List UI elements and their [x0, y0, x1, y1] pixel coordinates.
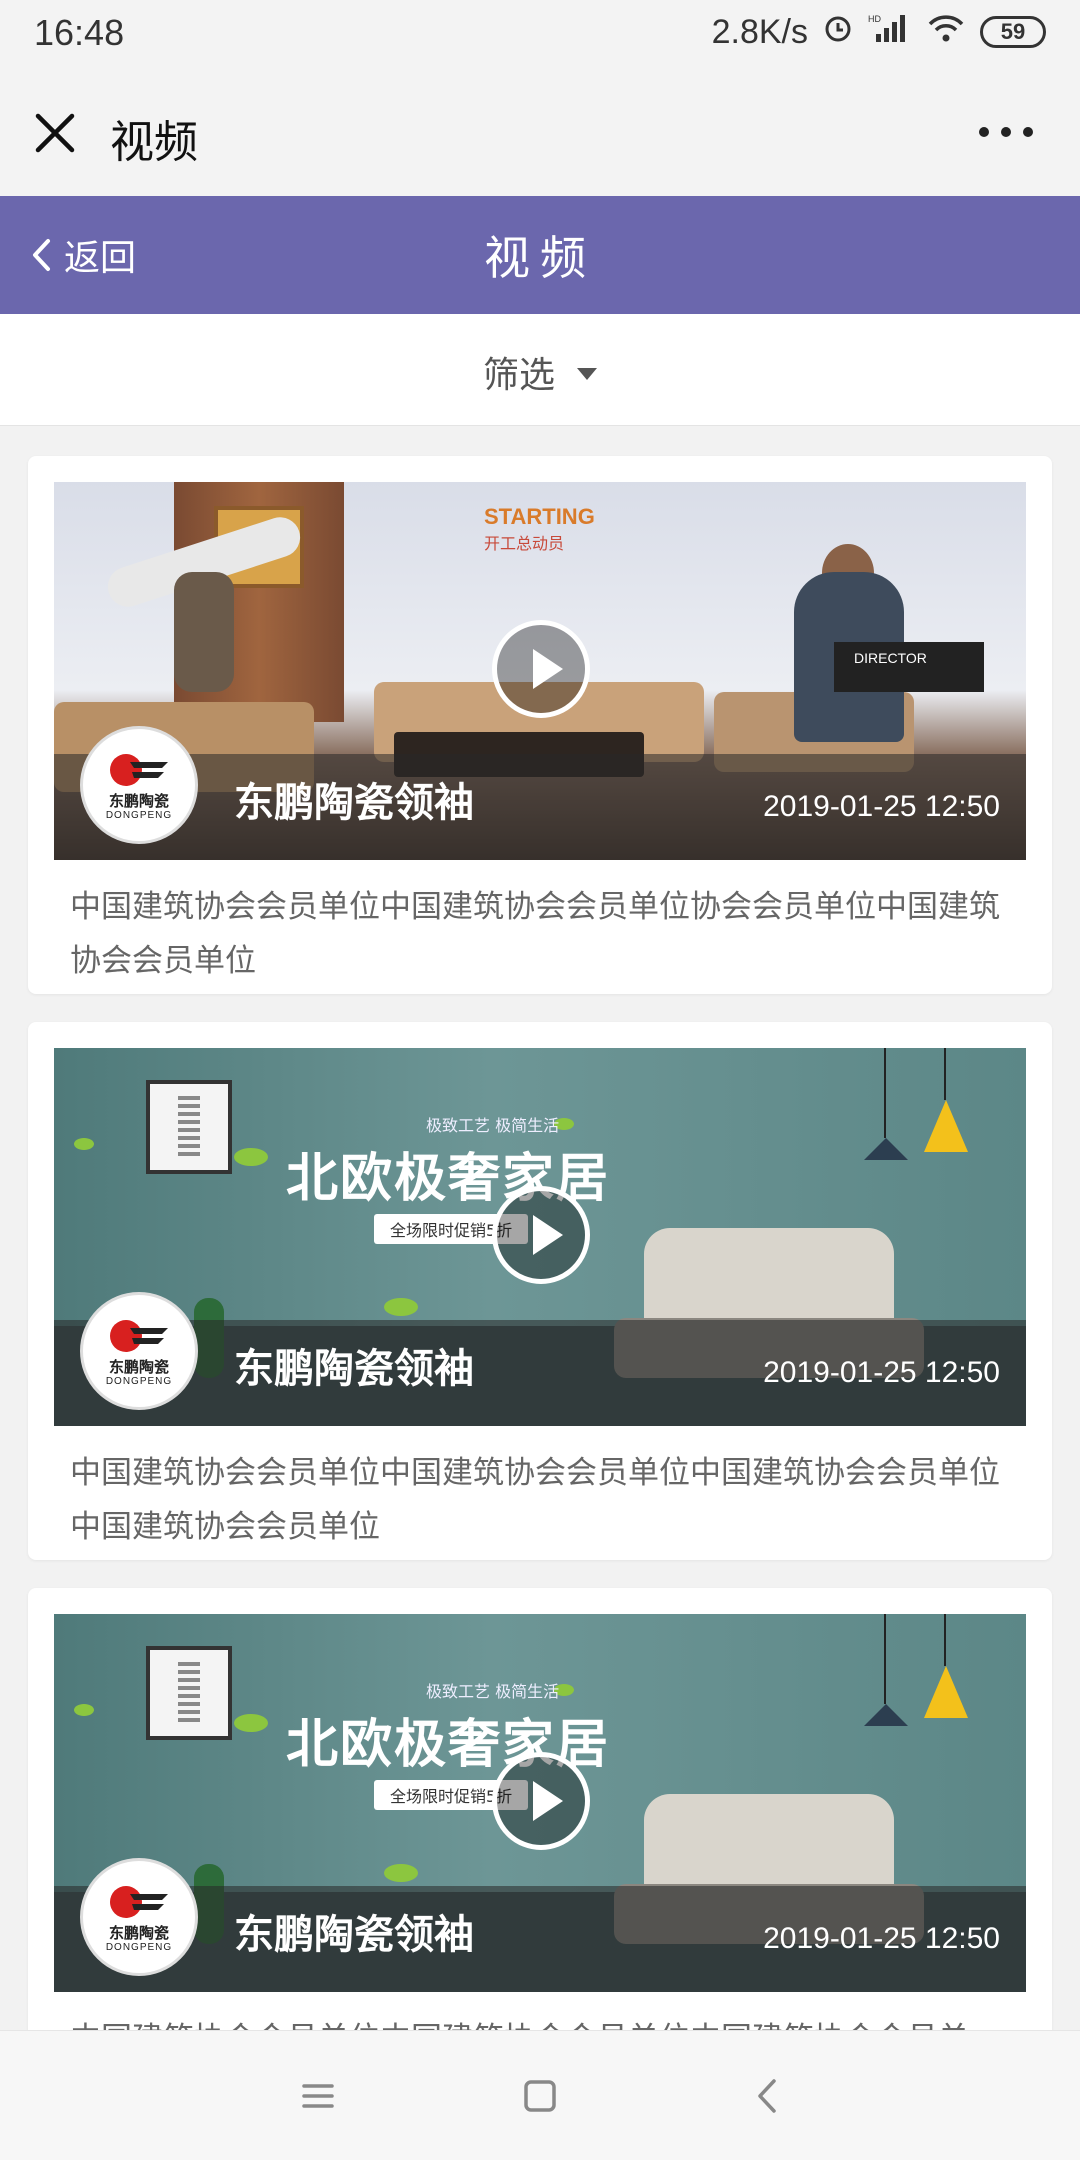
brand-logo: 东鹏陶瓷 DONGPENG: [80, 1858, 198, 1976]
play-icon[interactable]: [492, 1186, 590, 1284]
publish-date: 2019-01-25 12:50: [763, 1922, 1000, 1955]
filter-dropdown[interactable]: 筛选: [0, 346, 1080, 398]
page-header: 返回 视频: [0, 196, 1080, 314]
system-nav-bar: [0, 2030, 1080, 2160]
brand-logo: 东鹏陶瓷 DONGPENG: [80, 1292, 198, 1410]
author-name: 东鹏陶瓷领袖: [234, 1346, 474, 1392]
video-card[interactable]: 极致工艺 极简生活 北欧极奢家居 全场限时促销5折 东鹏陶瓷 DONGPENG …: [28, 1022, 1052, 1560]
svg-text:HD: HD: [868, 14, 881, 24]
close-icon[interactable]: [30, 108, 80, 158]
video-feed[interactable]: STARTING 开工总动员 DIRECTOR 东鹏陶瓷 DONGPENG 东鹏…: [0, 426, 1080, 2030]
video-thumbnail[interactable]: 极致工艺 极简生活 北欧极奢家居 全场限时促销5折 东鹏陶瓷 DONGPENG …: [54, 1614, 1026, 1992]
status-time: 16:48: [34, 12, 125, 53]
net-speed: 2.8K/s: [711, 12, 808, 51]
caret-down-icon: [577, 368, 597, 380]
video-description: 中国建筑协会会员单位中国建筑协会会员单位中国建筑协会会员单位中国建筑协会会员单位: [70, 1455, 1000, 1545]
menu-icon[interactable]: [298, 2076, 338, 2116]
banner-subheadline: 开工总动员: [484, 534, 565, 553]
publish-date: 2019-01-25 12:50: [763, 1356, 1000, 1389]
status-icons: 2.8K/s HD 59: [712, 10, 1046, 54]
author-name: 东鹏陶瓷领袖: [234, 780, 474, 826]
brand-logo: 东鹏陶瓷 DONGPENG: [80, 726, 198, 844]
video-thumbnail[interactable]: STARTING 开工总动员 DIRECTOR 东鹏陶瓷 DONGPENG 东鹏…: [54, 482, 1026, 860]
banner-chair-label: DIRECTOR: [854, 650, 927, 666]
banner-tagline: 极致工艺 极简生活: [426, 1682, 560, 1701]
filter-label: 筛选: [482, 355, 555, 396]
banner-tagline: 极致工艺 极简生活: [426, 1116, 560, 1135]
video-thumbnail[interactable]: 极致工艺 极简生活 北欧极奢家居 全场限时促销5折 东鹏陶瓷 DONGPENG …: [54, 1048, 1026, 1426]
banner-headline: STARTING: [484, 504, 595, 529]
back-icon[interactable]: [748, 2076, 788, 2116]
filter-bar: 筛选: [0, 314, 1080, 426]
video-description: 中国建筑协会会员单位中国建筑协会会员单位协会会员单位中国建筑协会会员单位: [70, 889, 1000, 979]
play-icon[interactable]: [492, 1752, 590, 1850]
status-bar: 16:48 2.8K/s HD 59: [0, 0, 1080, 66]
video-card[interactable]: STARTING 开工总动员 DIRECTOR 东鹏陶瓷 DONGPENG 东鹏…: [28, 456, 1052, 994]
page-title: 视频: [484, 231, 596, 285]
webview-top-bar: 视频: [0, 66, 1080, 196]
webview-title: 视频: [110, 117, 198, 168]
author-name: 东鹏陶瓷领袖: [234, 1912, 474, 1958]
publish-date: 2019-01-25 12:50: [763, 790, 1000, 823]
wifi-icon: [926, 12, 966, 53]
signal-icon: HD: [868, 12, 912, 53]
play-icon[interactable]: [492, 620, 590, 718]
more-options-icon[interactable]: [976, 124, 1036, 140]
video-card[interactable]: 极致工艺 极简生活 北欧极奢家居 全场限时促销5折 东鹏陶瓷 DONGPENG …: [28, 1588, 1052, 2030]
battery-icon: 59: [980, 16, 1046, 48]
video-description: 中国建筑协会会员单位中国建筑协会会员单位中国建筑协会会员单: [70, 2012, 1010, 2030]
home-icon[interactable]: [520, 2076, 560, 2116]
alarm-icon: [822, 12, 854, 53]
